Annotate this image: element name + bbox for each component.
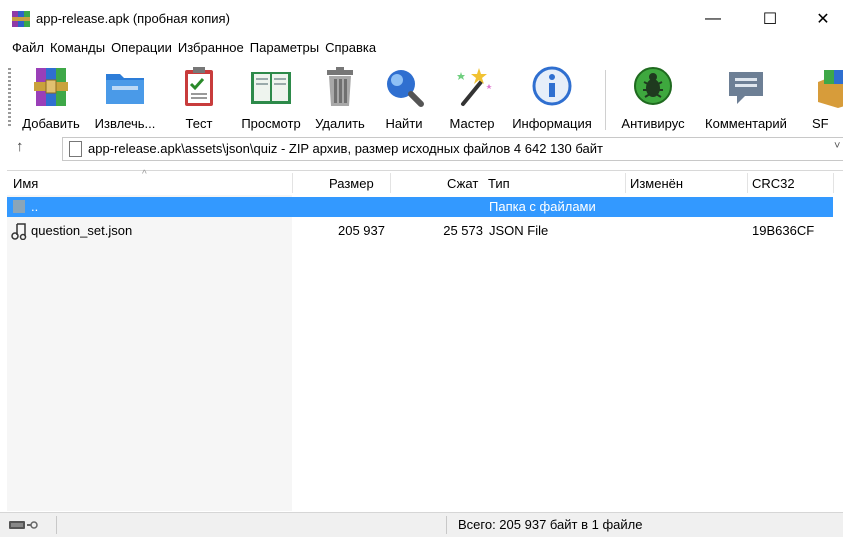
status-total: Всего: 205 937 байт в 1 файле [458,517,643,532]
archive-add-icon [34,68,68,106]
add-button[interactable]: Добавить [18,64,84,134]
status-bar: Всего: 205 937 байт в 1 файле [0,512,843,537]
test-button[interactable]: Тест [174,64,224,134]
find-button[interactable]: Найти [378,64,430,134]
column-crc[interactable]: CRC32 [752,176,795,191]
item-type: Папка с файлами [489,199,596,214]
drive-key-icon [9,521,38,529]
path-field[interactable]: app-release.apk\assets\json\quiz - ZIP а… [62,137,843,161]
winrar-app-icon [12,11,30,27]
column-divider[interactable] [625,173,626,193]
title-bar: app-release.apk (пробная копия) — ☐ ✕ [0,0,843,38]
close-button[interactable]: ✕ [800,4,843,34]
menu-help[interactable]: Справка [325,38,376,60]
json-file-icon [11,223,27,240]
antivirus-button[interactable]: Антивирус [614,64,692,134]
menu-bar: Файл Команды Операции Избранное Параметр… [0,38,843,60]
magic-wand-icon [457,68,492,106]
item-name: .. [31,199,39,214]
minimize-button[interactable]: — [690,4,736,34]
item-type: JSON File [489,223,549,238]
column-divider[interactable] [390,173,391,193]
column-modified[interactable]: Изменён [630,176,683,191]
wizard-label: Мастер [449,116,495,131]
view-label: Просмотр [241,116,301,131]
item-size: 205 937 [338,223,385,238]
toolbar-separator [605,70,606,130]
status-divider [446,516,447,534]
book-view-icon [251,72,291,104]
add-label: Добавить [22,116,80,131]
item-packed: 25 573 [443,223,483,238]
menu-file[interactable]: Файл [12,38,44,60]
test-label: Тест [185,116,213,131]
trash-icon [327,67,353,106]
clipboard-check-icon [185,67,213,106]
toolbar: Добавить Извлечь... Тест Просмотр Удалит… [0,60,843,136]
column-type[interactable]: Тип [488,176,510,191]
column-name[interactable]: Имя [13,176,38,191]
parent-folder-icon [13,200,25,213]
delete-button[interactable]: Удалить [310,64,370,134]
sfx-box-icon [818,70,843,108]
column-header-row: Имя ^ Размер Сжат Тип Изменён CRC32 [7,169,843,195]
path-dropdown-icon[interactable]: ˅ [834,140,840,152]
item-crc: 19B636CF [752,223,815,238]
column-packed[interactable]: Сжат [447,176,478,191]
extract-label: Извлечь... [94,116,156,131]
name-column-background [7,195,292,511]
info-button[interactable]: Информация [506,64,598,134]
delete-label: Удалить [315,116,365,131]
archive-file-icon [69,141,82,157]
maximize-button[interactable]: ☐ [747,4,793,34]
sfx-button[interactable]: SF [806,64,843,134]
status-divider [56,516,57,534]
column-divider[interactable] [833,173,834,193]
menu-operations[interactable]: Операции [111,38,172,60]
up-folder-icon[interactable]: ↑ [16,138,24,155]
comment-bubble-icon [729,72,763,104]
bug-antivirus-icon [634,67,672,105]
view-button[interactable]: Просмотр [236,64,306,134]
window-title: app-release.apk (пробная копия) [36,11,230,26]
address-row: ↑ app-release.apk\assets\json\quiz - ZIP… [0,136,843,162]
column-divider[interactable] [292,173,293,193]
list-item-file[interactable]: question_set.json 205 937 25 573 JSON Fi… [7,221,833,241]
find-label: Найти [385,116,423,131]
info-label: Информация [512,116,592,131]
antivirus-label: Антивирус [621,116,685,131]
comment-button[interactable]: Комментарий [696,64,796,134]
folder-extract-icon [106,74,144,104]
menu-options[interactable]: Параметры [250,38,319,60]
toolbar-grip[interactable] [8,68,11,128]
menu-favorites[interactable]: Избранное [178,38,244,60]
sfx-label: SF [812,116,829,131]
magnifier-icon [387,70,424,107]
file-list[interactable]: Имя ^ Размер Сжат Тип Изменён CRC32 .. П… [7,169,843,511]
sort-ascending-icon: ^ [142,169,147,180]
column-divider[interactable] [747,173,748,193]
info-icon [532,66,572,106]
extract-button[interactable]: Извлечь... [90,64,160,134]
menu-commands[interactable]: Команды [50,38,105,60]
column-size[interactable]: Размер [329,176,374,191]
list-item-parent-folder[interactable]: .. Папка с файлами [7,197,833,217]
item-name: question_set.json [31,223,133,238]
path-text: app-release.apk\assets\json\quiz - ZIP а… [88,141,603,156]
comment-label: Комментарий [705,116,787,131]
wizard-button[interactable]: Мастер [442,64,502,134]
